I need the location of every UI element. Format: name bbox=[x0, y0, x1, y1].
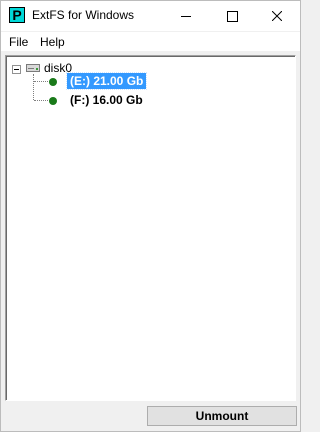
minimize-icon bbox=[181, 15, 191, 17]
minimize-button[interactable] bbox=[163, 1, 209, 31]
menu-bar: File Help bbox=[1, 32, 300, 51]
partition-status-icon bbox=[49, 78, 57, 86]
collapse-toggle-icon[interactable] bbox=[12, 65, 21, 74]
close-button[interactable] bbox=[254, 1, 300, 31]
tree-connector bbox=[34, 100, 48, 101]
tree-node-partition-e[interactable]: (E:) 21.00 Gb bbox=[65, 72, 148, 90]
tree-node-partition-f[interactable]: (F:) 16.00 Gb bbox=[67, 92, 146, 108]
close-icon bbox=[272, 11, 282, 21]
title-bar[interactable]: P ExtFS for Windows bbox=[1, 1, 300, 31]
maximize-icon bbox=[226, 10, 238, 22]
tree-connector bbox=[34, 81, 48, 82]
menu-file[interactable]: File bbox=[9, 35, 28, 49]
app-icon: P bbox=[9, 7, 25, 23]
disk-icon bbox=[26, 64, 40, 72]
menu-help[interactable]: Help bbox=[40, 35, 65, 49]
window-title: ExtFS for Windows bbox=[32, 8, 135, 22]
maximize-button[interactable] bbox=[209, 1, 255, 31]
partition-status-icon bbox=[49, 97, 57, 105]
app-window: P ExtFS for Windows File Help disk0 (E:)… bbox=[0, 0, 301, 432]
unmount-button[interactable]: Unmount bbox=[147, 406, 297, 426]
tree-connector bbox=[33, 74, 34, 100]
disk-tree[interactable]: disk0 (E:) 21.00 Gb (F:) 16.00 Gb bbox=[5, 55, 296, 401]
